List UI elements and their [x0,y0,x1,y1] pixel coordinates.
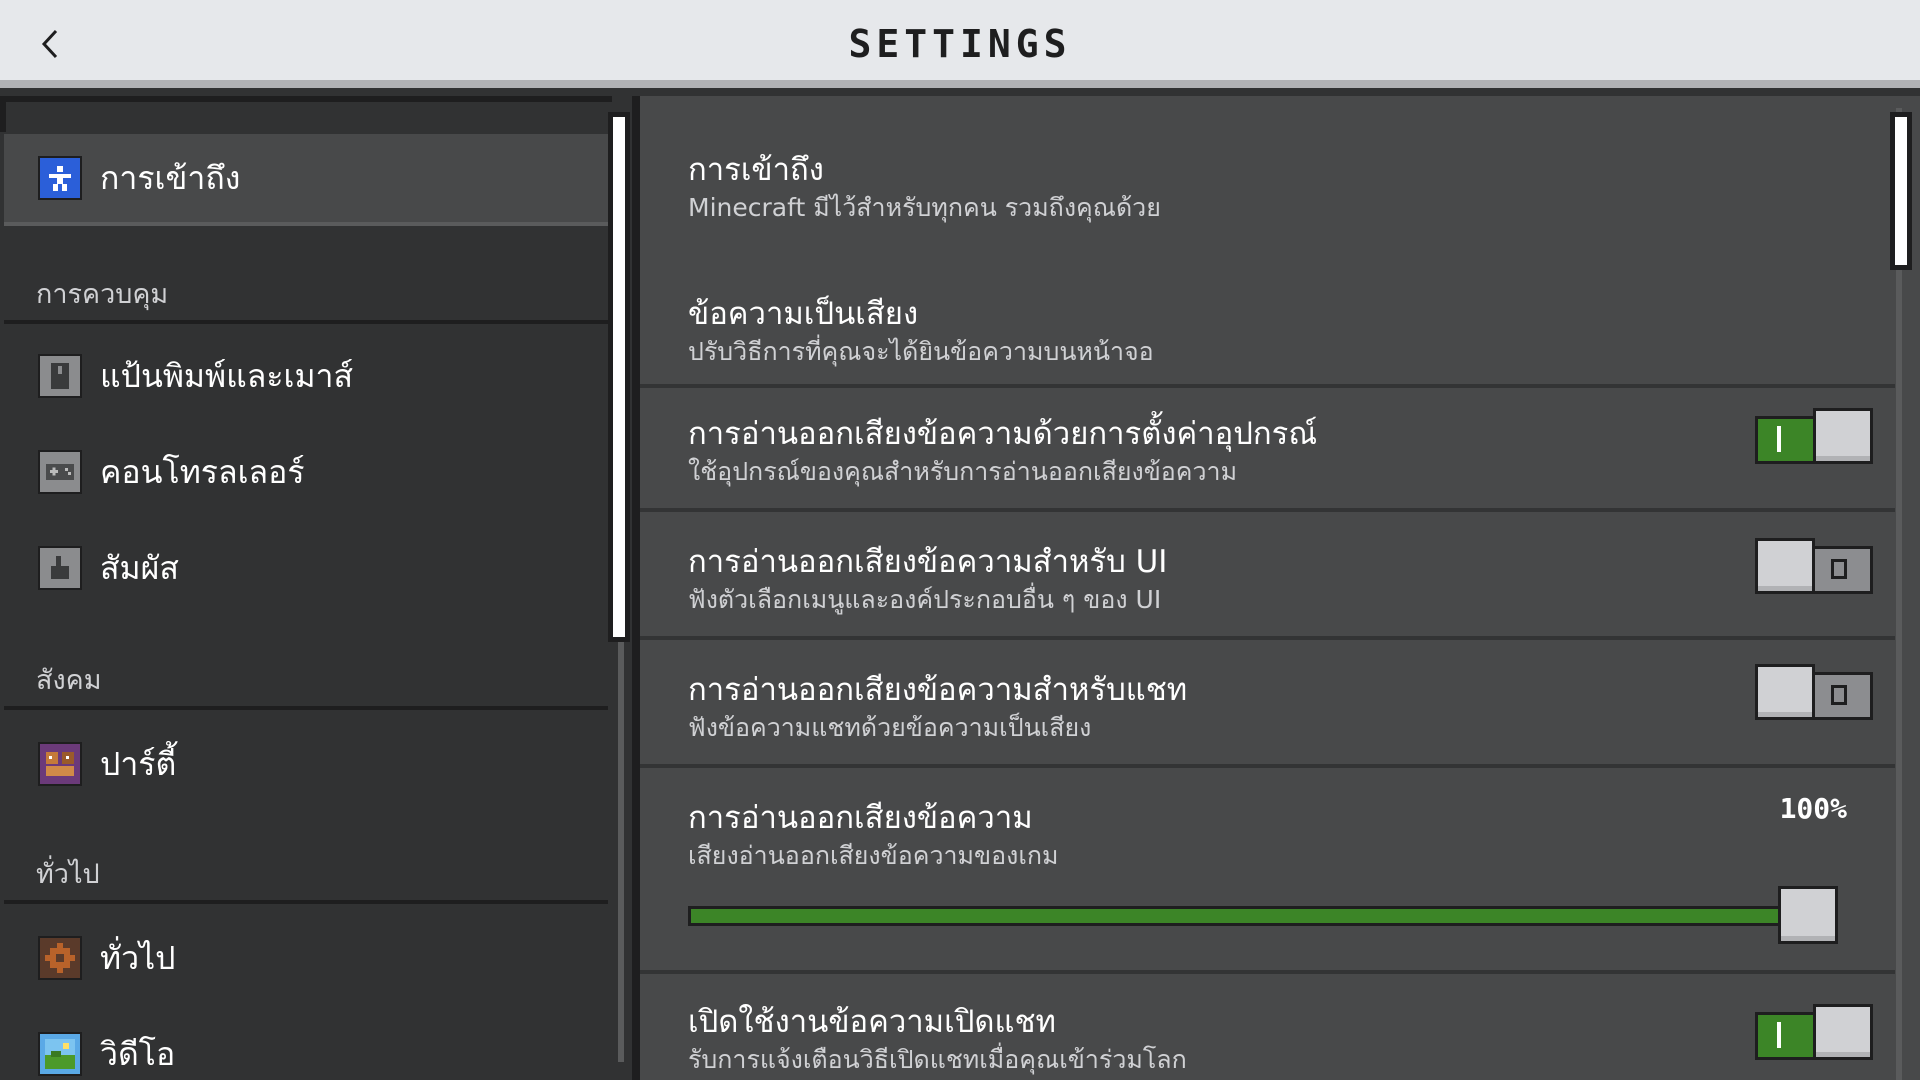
video-icon [38,1032,82,1076]
toggle-on-mark [1777,426,1781,452]
gear-icon [38,936,82,980]
sidebar-item-label: ทั่วไป [100,938,176,977]
setting-desc: ฟังตัวเลือกเมนูและองค์ประกอบอื่น ๆ ของ U… [688,585,1162,614]
sidebar-item-label: คอนโทรลเลอร์ [100,452,305,491]
open-chat-toggle[interactable] [1755,1004,1873,1060]
section-header: การเข้าถึง Minecraft มีไว้สำหรับทุกคน รว… [640,96,1895,226]
sidebar: การเข้าถึง การควบคุม แป้นพิมพ์และเมาส์ ค… [0,96,638,1080]
sidebar-item-video[interactable]: วิดีโอ [4,1008,608,1080]
setting-row-open-chat: เปิดใช้งานข้อความเปิดแชท รับการแจ้งเตือน… [640,974,1895,1080]
setting-desc: ใช้อุปกรณ์ของคุณสำหรับการอ่านออกเสียงข้อ… [688,457,1238,486]
tts-heading-desc: ปรับวิธีการที่คุณจะได้ยินข้อความบนหน้าจอ [688,337,1154,366]
page-title: SETTINGS [848,22,1072,66]
sidebar-top-edge [0,96,612,132]
sidebar-item-label: แป้นพิมพ์และเมาส์ [100,356,354,395]
sidebar-section-controls: การควบคุม [36,279,169,310]
sidebar-item-label: วิดีโอ [100,1034,176,1073]
setting-title: การอ่านออกเสียงข้อความด้วยการตั้งค่าอุปก… [688,416,1318,452]
sidebar-divider [4,320,608,324]
setting-row-device-tts: การอ่านออกเสียงข้อความด้วยการตั้งค่าอุปก… [640,388,1895,508]
sidebar-item-label: สัมผัส [100,548,179,587]
sidebar-scrollbar-thumb[interactable] [608,112,630,642]
setting-title: การอ่านออกเสียงข้อความ [688,800,1033,836]
tts-heading-title: ข้อความเป็นเสียง [688,296,919,332]
setting-row-ui-tts: การอ่านออกเสียงข้อความสำหรับ UI ฟังตัวเล… [640,512,1895,636]
sidebar-section-social: สังคม [36,665,102,696]
slider-fill [691,909,1835,923]
setting-title: เปิดใช้งานข้อความเปิดแชท [688,1004,1056,1040]
slider-knob[interactable] [1778,886,1838,944]
toggle-off-mark [1831,685,1847,705]
party-icon [38,742,82,786]
sidebar-item-keyboard-mouse[interactable]: แป้นพิมพ์และเมาส์ [4,330,608,422]
main-scrollbar-thumb[interactable] [1890,112,1912,270]
sidebar-item-accessibility[interactable]: การเข้าถึง [4,134,608,226]
setting-desc: ฟังข้อความแชทด้วยข้อความเป็นเสียง [688,713,1092,742]
sidebar-item-label: การเข้าถึง [100,158,241,197]
sidebar-item-controller[interactable]: คอนโทรลเลอร์ [4,426,608,518]
sidebar-item-party[interactable]: ปาร์ตี้ [4,718,608,810]
touch-icon [38,546,82,590]
panel-divider [632,96,640,1080]
sidebar-item-general[interactable]: ทั่วไป [4,912,608,1004]
mouse-icon [38,354,82,398]
device-tts-toggle[interactable] [1755,408,1873,464]
toggle-off-mark [1831,559,1847,579]
setting-desc: เสียงอ่านออกเสียงข้อความของเกม [688,841,1059,870]
section-title: การเข้าถึง [688,152,824,188]
accessibility-icon [38,156,82,200]
toggle-knob [1755,538,1815,594]
toggle-knob [1755,664,1815,720]
ui-tts-toggle[interactable] [1755,538,1873,594]
setting-row-tts-volume: การอ่านออกเสียงข้อความ เสียงอ่านออกเสียง… [640,768,1895,970]
header-bar: SETTINGS [0,0,1920,88]
tts-volume-value: 100% [1779,792,1847,825]
section-subtitle: Minecraft มีไว้สำหรับทุกคน รวมถึงคุณด้วย [688,193,1161,222]
controller-icon [38,450,82,494]
tts-heading: ข้อความเป็นเสียง ปรับวิธีการที่คุณจะได้ย… [640,226,1895,366]
sidebar-item-label: ปาร์ตี้ [100,744,177,783]
setting-title: การอ่านออกเสียงข้อความสำหรับ UI [688,544,1168,580]
setting-desc: รับการแจ้งเตือนวิธีเปิดแชทเมื่อคุณเข้าร่… [688,1045,1187,1074]
tts-volume-slider[interactable] [688,906,1838,926]
sidebar-divider [4,900,608,904]
sidebar-section-general: ทั่วไป [36,859,100,890]
chat-tts-toggle[interactable] [1755,664,1873,720]
setting-row-chat-tts: การอ่านออกเสียงข้อความสำหรับแชท ฟังข้อคว… [640,640,1895,764]
settings-panel: การเข้าถึง Minecraft มีไว้สำหรับทุกคน รว… [640,96,1920,1080]
setting-title: การอ่านออกเสียงข้อความสำหรับแชท [688,672,1188,708]
toggle-knob [1813,1004,1873,1060]
toggle-knob [1813,408,1873,464]
toggle-on-mark [1777,1022,1781,1048]
sidebar-divider [4,706,608,710]
sidebar-item-touch[interactable]: สัมผัส [4,522,608,614]
